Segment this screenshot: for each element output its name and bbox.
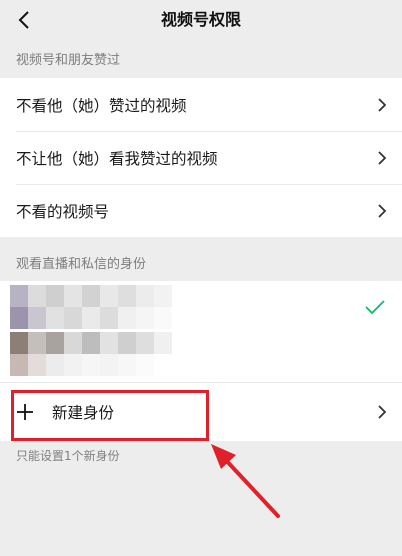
section-header-identity: 观看直播和私信的身份	[16, 257, 147, 272]
row-label: 不让他（她）看我赞过的视频	[16, 149, 218, 168]
chevron-right-icon	[378, 97, 387, 112]
section-header-likes: 视频号和朋友赞过	[16, 53, 121, 68]
new-identity-row[interactable]: 新建身份	[0, 382, 402, 441]
page-title: 视频号权限	[160, 10, 241, 29]
row-hide-their-likes[interactable]: 不看他（她）赞过的视频	[0, 78, 402, 131]
row-hide-my-likes[interactable]: 不让他（她）看我赞过的视频	[0, 131, 402, 184]
blurred-avatar-name	[10, 285, 172, 329]
identity-list: 新建身份	[0, 281, 402, 441]
identity-item-2[interactable]	[0, 332, 402, 382]
navigation-bar: 视频号权限	[0, 0, 402, 44]
row-label: 不看的视频号	[16, 202, 110, 221]
chevron-right-icon	[378, 405, 387, 419]
plus-icon	[17, 404, 33, 420]
row-blocked-channels[interactable]: 不看的视频号	[0, 184, 402, 237]
checkmark-icon	[365, 300, 385, 315]
row-label: 不看他（她）赞过的视频	[16, 96, 187, 115]
chevron-right-icon	[378, 150, 387, 165]
blurred-avatar-name	[10, 332, 172, 376]
identity-item-1[interactable]	[0, 281, 402, 332]
chevron-right-icon	[378, 203, 387, 218]
likes-settings-group: 不看他（她）赞过的视频 不让他（她）看我赞过的视频 不看的视频号	[0, 78, 402, 237]
new-identity-label: 新建身份	[52, 404, 115, 422]
identity-footnote: 只能设置1个新身份	[16, 449, 120, 463]
